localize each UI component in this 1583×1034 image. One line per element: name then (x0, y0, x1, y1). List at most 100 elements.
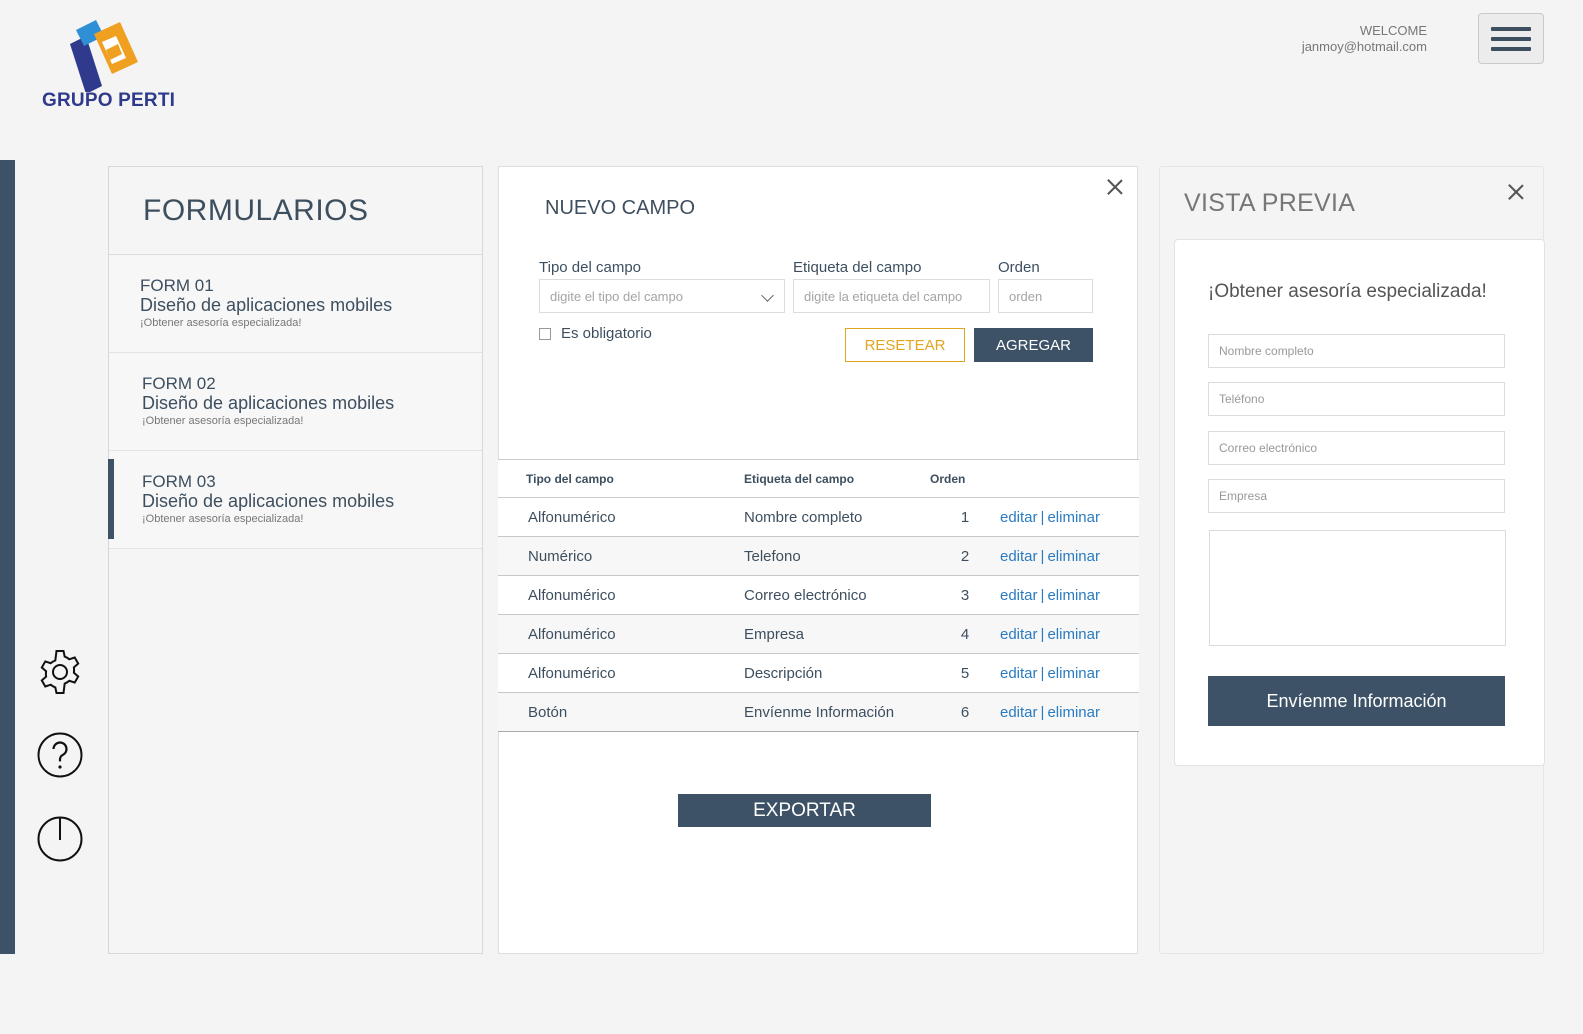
add-button[interactable]: AGREGAR (974, 328, 1093, 362)
form-name: Diseño de aplicaciones mobiles (142, 491, 395, 511)
forms-title: FORMULARIOS (109, 167, 482, 255)
form-code: FORM 02 (142, 374, 216, 393)
delete-link[interactable]: eliminar (1047, 704, 1100, 721)
preview-card: ¡Obtener asesoría especializada! Envíenm… (1174, 239, 1545, 766)
cell-label: Descripción (744, 653, 930, 693)
power-icon[interactable] (36, 815, 84, 863)
reset-button[interactable]: RESETEAR (845, 328, 965, 362)
field-tag-input[interactable] (793, 279, 990, 313)
header-actions (1000, 459, 1139, 498)
edit-link[interactable]: editar (1000, 665, 1038, 682)
cell-type: Botón (498, 692, 744, 732)
required-checkbox[interactable] (539, 327, 551, 340)
hamburger-menu-icon (1491, 26, 1531, 31)
cell-type: Alfonumérico (498, 614, 744, 654)
fields-table: Tipo del campo Etiqueta del campo Orden … (498, 459, 1139, 732)
edit-link[interactable]: editar (1000, 587, 1038, 604)
form-code: FORM 01 (140, 276, 214, 295)
preview-panel: VISTA PREVIA ¡Obtener asesoría especiali… (1159, 166, 1545, 954)
cell-actions: editar | eliminar (1000, 497, 1139, 537)
cell-label: Correo electrónico (744, 575, 930, 615)
separator: | (1040, 703, 1045, 721)
delete-link[interactable]: eliminar (1047, 587, 1100, 604)
gear-icon[interactable] (36, 648, 84, 696)
cell-actions: editar | eliminar (1000, 575, 1139, 615)
form-code: FORM 03 (142, 472, 216, 491)
cell-order: 6 (930, 692, 1000, 732)
table-row: Alfonumérico Nombre completo 1 editar | elimi… (498, 497, 1139, 537)
field-type-select[interactable]: digite el tipo del campo (539, 279, 785, 313)
field-type-label: Tipo del campo (539, 259, 641, 276)
form-item-03[interactable]: FORM 03 Diseño de aplicaciones mobiles ¡… (108, 451, 482, 549)
table-row: Alfonumérico Empresa 4 editar | eliminar (498, 614, 1139, 654)
cell-type: Alfonumérico (498, 653, 744, 693)
delete-link[interactable]: eliminar (1047, 548, 1100, 565)
table-header-row: Tipo del campo Etiqueta del campo Orden (498, 459, 1139, 498)
cell-label: Envíenme Información (744, 692, 930, 732)
cell-type: Numérico (498, 536, 744, 576)
edit-link[interactable]: editar (1000, 704, 1038, 721)
new-field-panel: NUEVO CAMPO Tipo del campo Etiqueta del … (498, 166, 1139, 954)
field-order-label: Orden (998, 259, 1040, 276)
edit-link[interactable]: editar (1000, 626, 1038, 643)
welcome-label: WELCOME (1359, 23, 1427, 38)
user-email: janmoy@hotmail.com (1301, 39, 1427, 54)
cell-order: 5 (930, 653, 1000, 693)
hamburger-line (1491, 36, 1531, 41)
preview-company-field[interactable] (1208, 479, 1505, 513)
welcome-block: WELCOME janmoy@hotmail.com (1302, 23, 1427, 55)
field-type-placeholder: digite el tipo del campo (550, 289, 683, 304)
logo-text: GRUPO PERTI (42, 90, 176, 111)
cell-label: Empresa (744, 614, 930, 654)
form-name: Diseño de aplicaciones mobiles (142, 393, 395, 413)
preview-email-field[interactable] (1208, 431, 1505, 465)
cell-type: Alfonumérico (498, 497, 744, 537)
preview-phone-field[interactable] (1208, 382, 1505, 416)
separator: | (1040, 586, 1045, 604)
table-row: Botón Envíenme Información 6 editar | elimina… (498, 692, 1139, 732)
new-field-title: NUEVO CAMPO (545, 197, 696, 219)
cell-order: 4 (930, 614, 1000, 654)
preview-description-textarea[interactable] (1209, 530, 1506, 646)
form-name: Diseño de aplicaciones mobiles (140, 295, 393, 315)
logo-mark-icon (70, 20, 138, 92)
close-icon[interactable] (1107, 179, 1123, 195)
separator: | (1040, 508, 1045, 526)
field-tag-label: Etiqueta del campo (793, 259, 922, 276)
cell-order: 3 (930, 575, 1000, 615)
table-row: Alfonumérico Correo electrónico 3 editar | el… (498, 575, 1139, 615)
cell-order: 1 (930, 497, 1000, 537)
separator: | (1040, 664, 1045, 682)
form-item-01[interactable]: FORM 01 Diseño de aplicaciones mobiles ¡… (109, 255, 482, 353)
form-subtitle: ¡Obtener asesoría especializada! (140, 317, 302, 329)
chevron-down-icon (761, 289, 774, 302)
forms-panel: FORMULARIOS FORM 01 Diseño de aplicacion… (108, 166, 483, 954)
edit-link[interactable]: editar (1000, 509, 1038, 526)
cell-actions: editar | eliminar (1000, 692, 1139, 732)
cell-actions: editar | eliminar (1000, 536, 1139, 576)
required-row: Es obligatorio (539, 325, 652, 342)
field-order-input[interactable] (998, 279, 1093, 313)
header-order: Orden (930, 459, 1000, 498)
delete-link[interactable]: eliminar (1047, 509, 1100, 526)
cell-actions: editar | eliminar (1000, 653, 1139, 693)
table-row: Alfonumérico Descripción 5 editar | eliminar (498, 653, 1139, 693)
cell-order: 2 (930, 536, 1000, 576)
form-item-02[interactable]: FORM 02 Diseño de aplicaciones mobiles ¡… (109, 353, 482, 451)
cell-type: Alfonumérico (498, 575, 744, 615)
hamburger-menu-button[interactable] (1478, 13, 1544, 64)
header-label: Etiqueta del campo (744, 459, 930, 498)
preview-submit-button[interactable]: Envíenme Información (1208, 676, 1505, 726)
form-subtitle: ¡Obtener asesoría especializada! (142, 513, 304, 525)
separator: | (1040, 547, 1045, 565)
preview-name-field[interactable] (1208, 334, 1505, 368)
close-icon[interactable] (1508, 184, 1524, 200)
delete-link[interactable]: eliminar (1047, 665, 1100, 682)
help-icon[interactable] (36, 731, 84, 779)
delete-link[interactable]: eliminar (1047, 626, 1100, 643)
preview-heading: ¡Obtener asesoría especializada! (1208, 281, 1487, 302)
edit-link[interactable]: editar (1000, 548, 1038, 565)
export-button[interactable]: EXPORTAR (678, 794, 931, 827)
required-label: Es obligatorio (561, 325, 652, 342)
cell-label: Nombre completo (744, 497, 930, 537)
